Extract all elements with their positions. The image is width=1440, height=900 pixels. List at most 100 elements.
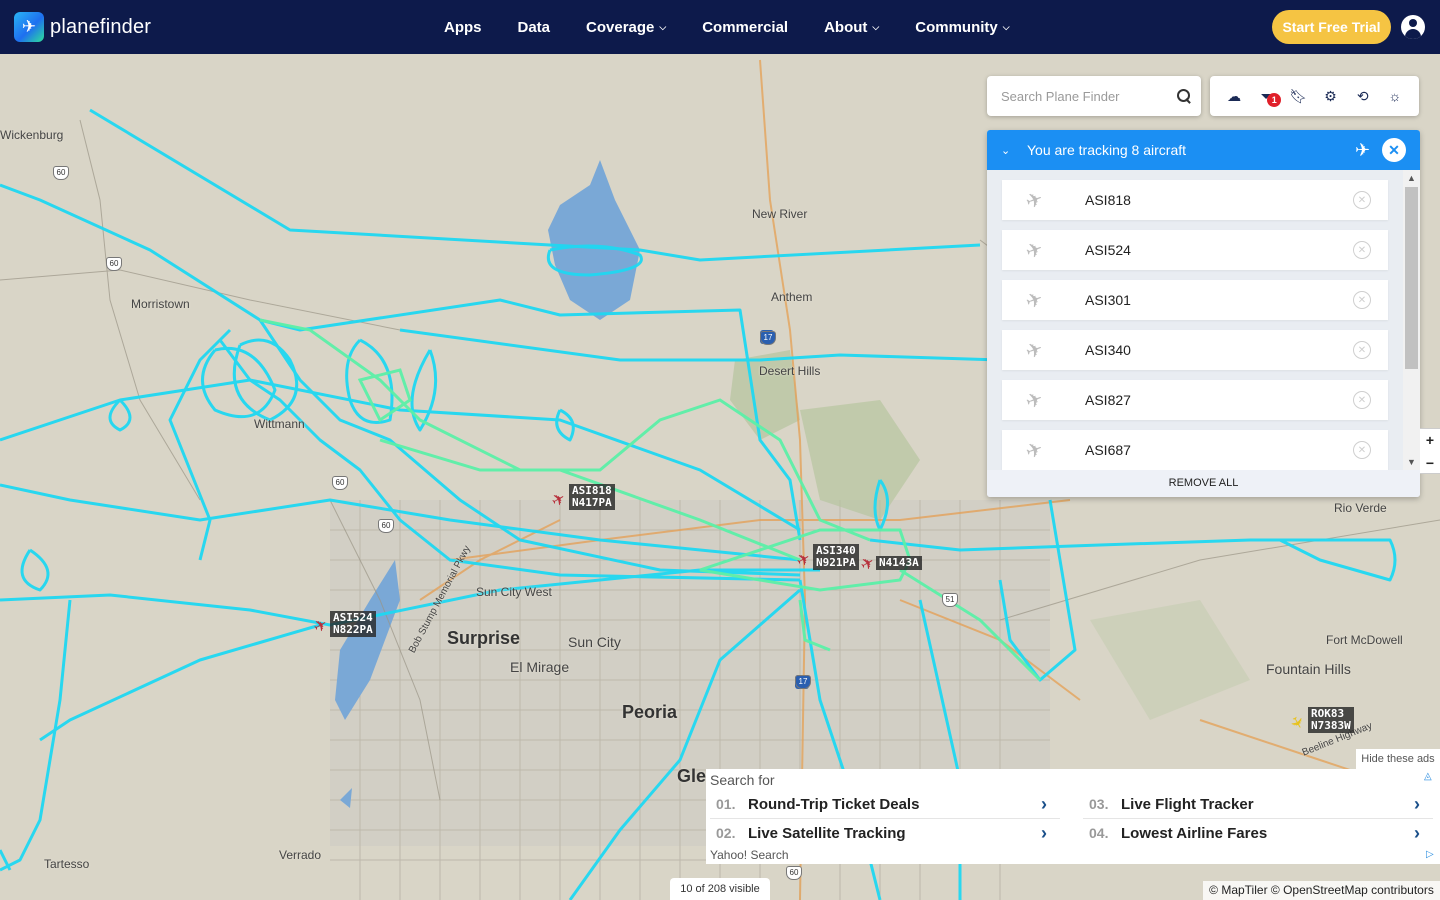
aircraft-label[interactable]: N4143A (876, 556, 922, 570)
scroll-down-icon[interactable]: ▼ (1403, 454, 1420, 470)
plane-icon: ✈ (1022, 437, 1047, 464)
chevron-down-icon: ⌵ (872, 21, 880, 32)
place-label: Wittmann (254, 417, 305, 431)
bookmark-icon[interactable]: 🔖︎ (1287, 85, 1309, 107)
interstate-shield: 17 (795, 675, 811, 689)
aircraft-label[interactable]: ASI818 N417PA (569, 484, 615, 510)
ad-provider[interactable]: Yahoo! Search (710, 848, 789, 862)
sponsored-search-ad: Search for ◬ 01. Round-Trip Ticket Deals ›… (706, 769, 1440, 864)
chevron-right-icon: › (1041, 793, 1047, 814)
tracking-panel-header: ⌄ You are tracking 8 aircraft ✈ ✕ (987, 130, 1420, 170)
weather-icon[interactable]: ☁ (1223, 85, 1245, 107)
chevron-right-icon: › (1041, 822, 1047, 843)
chevron-down-icon: ⌵ (659, 21, 667, 32)
plane-icon: ✈ (1022, 187, 1047, 214)
tracked-aircraft-row[interactable]: ✈ ASI687 ✕ (1002, 430, 1388, 470)
ad-link[interactable]: 01. Round-Trip Ticket Deals › (706, 791, 1061, 817)
tracked-aircraft-row[interactable]: ✈ ASI827 ✕ (1002, 380, 1388, 420)
remove-all-button[interactable]: REMOVE ALL (987, 470, 1420, 497)
plane-logo-icon: ✈ (14, 12, 44, 42)
brand-name: planefinder (50, 15, 152, 38)
tracked-aircraft-row[interactable]: ✈ ASI524 ✕ (1002, 230, 1388, 270)
plane-outline-icon[interactable]: ✈ (1355, 140, 1370, 161)
zoom-in-button[interactable]: + (1420, 429, 1440, 452)
search-bar (987, 76, 1201, 116)
ad-heading: Search for (710, 772, 775, 788)
chevron-down-icon[interactable]: ⌄ (1001, 144, 1013, 157)
place-label: Rio Verde (1334, 501, 1387, 515)
ad-link[interactable]: 04. Lowest Airline Fares › (1079, 820, 1434, 846)
adchoices-icon[interactable]: ◬ (1424, 771, 1432, 782)
remove-aircraft-icon[interactable]: ✕ (1353, 441, 1371, 459)
tracking-title: You are tracking 8 aircraft (1027, 142, 1187, 158)
aircraft-callsign: ASI818 (1085, 192, 1131, 208)
tracking-panel: ⌄ You are tracking 8 aircraft ✈ ✕ ✈ ASI8… (987, 130, 1420, 497)
nav-coverage[interactable]: Coverage ⌵ (586, 19, 666, 36)
aircraft-label[interactable]: ASI340 N921PA (813, 544, 859, 570)
nav-community[interactable]: Community ⌵ (915, 19, 1009, 36)
scroll-up-icon[interactable]: ▲ (1403, 170, 1420, 186)
place-label: Tartesso (44, 857, 90, 871)
ad-link[interactable]: 03. Live Flight Tracker › (1079, 791, 1434, 817)
place-label: El Mirage (510, 659, 570, 675)
aircraft-callsign: ASI340 (1085, 342, 1131, 358)
map-attribution[interactable]: © MapTiler © OpenStreetMap contributors (1203, 881, 1440, 900)
filter-count-badge: 1 (1267, 93, 1282, 107)
tracking-list-scrollbar[interactable]: ▲ ▼ (1403, 170, 1420, 470)
place-label: Verrado (279, 848, 322, 862)
plane-icon: ✈ (1022, 337, 1047, 364)
place-label: Sun City West (476, 585, 552, 599)
place-label: Fort McDowell (1326, 633, 1403, 647)
nav-about[interactable]: About ⌵ (824, 19, 879, 36)
aircraft-label[interactable]: ROK83 N7383W (1308, 707, 1354, 733)
zoom-out-button[interactable]: − (1420, 452, 1440, 475)
tracked-aircraft-row[interactable]: ✈ ASI301 ✕ (1002, 280, 1388, 320)
filter-icon[interactable]: ⏷ 1 (1255, 85, 1282, 107)
aircraft-callsign: ASI301 (1085, 292, 1131, 308)
place-label: Morristown (131, 297, 190, 311)
highway-shield: 60 (53, 166, 69, 180)
history-icon[interactable]: ⟲ (1352, 85, 1374, 107)
place-label: Fountain Hills (1266, 661, 1351, 677)
tracked-aircraft-list: ✈ ASI818 ✕ ✈ ASI524 ✕ ✈ ASI301 ✕ ✈ ASI34… (987, 170, 1403, 470)
search-icon[interactable] (1177, 89, 1190, 103)
remove-aircraft-icon[interactable]: ✕ (1353, 191, 1371, 209)
chevron-right-icon: › (1414, 822, 1420, 843)
tracked-aircraft-row[interactable]: ✈ ASI340 ✕ (1002, 330, 1388, 370)
highway-shield: 60 (786, 866, 802, 880)
place-label: Wickenburg (0, 128, 64, 142)
zoom-control: + − (1420, 428, 1440, 474)
chevron-down-icon: ⌵ (1002, 21, 1010, 32)
remove-aircraft-icon[interactable]: ✕ (1353, 341, 1371, 359)
user-account-icon[interactable] (1401, 15, 1425, 39)
place-label: Anthem (771, 290, 813, 304)
remove-aircraft-icon[interactable]: ✕ (1353, 241, 1371, 259)
aircraft-label[interactable]: ASI524 N822PA (330, 611, 376, 637)
highway-shield: 51 (942, 593, 958, 607)
visible-aircraft-count: 10 of 208 visible (670, 878, 770, 900)
chevron-right-icon: › (1414, 793, 1420, 814)
plane-icon: ✈ (1022, 237, 1047, 264)
highway-shield: 60 (378, 519, 394, 533)
ad-link[interactable]: 02. Live Satellite Tracking › (706, 820, 1061, 846)
scrollbar-thumb[interactable] (1405, 187, 1418, 369)
remove-aircraft-icon[interactable]: ✕ (1353, 291, 1371, 309)
close-tracking-button[interactable]: ✕ (1382, 138, 1406, 162)
sun-weather-icon[interactable]: ☼ (1384, 85, 1406, 107)
aircraft-callsign: ASI687 (1085, 442, 1131, 458)
nav-data[interactable]: Data (518, 19, 551, 36)
adchoices-icon[interactable]: ▷ (1426, 849, 1434, 860)
planefinder-logo[interactable]: ✈ planefinder (14, 12, 151, 42)
nav-commercial[interactable]: Commercial (702, 19, 788, 36)
highway-shield: 60 (332, 476, 348, 490)
settings-gear-icon[interactable]: ⚙ (1320, 85, 1342, 107)
start-free-trial-button[interactable]: Start Free Trial (1272, 10, 1391, 44)
nav-apps[interactable]: Apps (444, 19, 482, 36)
plane-icon: ✈ (1022, 387, 1047, 414)
search-input[interactable] (1001, 88, 1177, 104)
remove-aircraft-icon[interactable]: ✕ (1353, 391, 1371, 409)
aircraft-callsign: ASI524 (1085, 242, 1131, 258)
tracked-aircraft-row[interactable]: ✈ ASI818 ✕ (1002, 180, 1388, 220)
main-nav: Apps Data Coverage ⌵ Commercial About ⌵ Co… (444, 0, 1046, 54)
hide-ads-link[interactable]: Hide these ads (1356, 749, 1440, 769)
